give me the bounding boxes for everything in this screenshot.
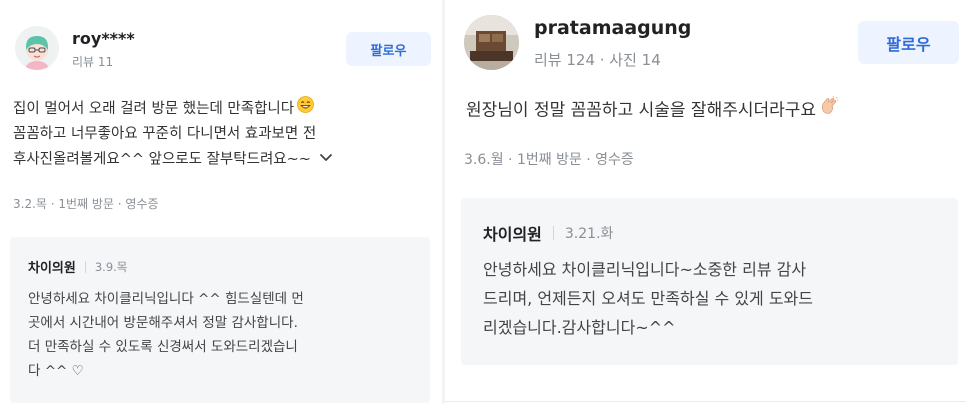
reply-text: 안녕하세요 차이클리닉입니다~소중한 리뷰 감사 드리며, 언제든지 오셔도 만… <box>483 255 813 342</box>
clapping-hand-emoji-icon <box>819 95 839 125</box>
avatar-photo-icon <box>464 15 519 70</box>
reply-text-line: 안녕하세요 차이클리닉입니다 ^^ 힘드실텐데 먼 <box>28 291 304 307</box>
reply-date: 3.21.화 <box>564 226 614 242</box>
review-text-line: 후사진올려볼게요^^ 앞으로도 잘부탁드려요~~ <box>13 151 311 168</box>
avatar[interactable] <box>464 15 519 70</box>
owner-reply: 차이의원 3.21.화 안녕하세요 차이클리닉입니다~소중한 리뷰 감사 드리며… <box>461 198 958 365</box>
reply-text-line: 더 만족하실 수 있도록 신경써서 도와드리겠습니 <box>28 339 298 355</box>
visit-info: 3.6.월 · 1번째 방문 · 영수증 <box>464 152 634 168</box>
reply-text-line: 다 ^^ ♡ <box>28 363 84 379</box>
follow-button[interactable]: 팔로우 <box>858 21 959 64</box>
review-text-line: 원장님이 정말 꼼꼼하고 시술을 잘해주시더라구요 <box>466 100 817 121</box>
review-text-line: 집이 멀어서 오래 걸려 방문 했는데 만족합니다 <box>13 101 295 117</box>
author-review-count: 리뷰 124 · 사진 14 <box>534 51 661 69</box>
owner-reply: 차이의원 3.9.목 안녕하세요 차이클리닉입니다 ^^ 힘드실텐데 먼 곳에서… <box>10 237 430 403</box>
review-card-right: pratamaagung 리뷰 124 · 사진 14 팔로우 원장님이 정말 … <box>445 0 966 404</box>
separator-line <box>445 401 966 402</box>
reply-date: 3.9.목 <box>94 259 128 274</box>
review-text: 집이 멀어서 오래 걸려 방문 했는데 만족합니다 꼼꼼하고 너무좋아요 꾸준히… <box>13 96 333 173</box>
divider <box>552 226 554 240</box>
review-text: 원장님이 정말 꼼꼼하고 시술을 잘해주시더라구요 <box>466 95 839 125</box>
avatar[interactable] <box>15 26 59 70</box>
author-review-count: 리뷰 11 <box>72 55 114 69</box>
reply-author: 차이의원 <box>28 261 76 276</box>
reply-text: 안녕하세요 차이클리닉입니다 ^^ 힘드실텐데 먼 곳에서 시간내어 방문해주셔… <box>28 287 304 383</box>
reply-author: 차이의원 <box>483 225 542 244</box>
reply-text-line: 곳에서 시간내어 방문해주셔서 정말 감사합니다. <box>28 315 298 331</box>
divider <box>84 260 86 273</box>
smiling-face-emoji-icon <box>297 96 315 122</box>
author-name[interactable]: roy**** <box>72 29 135 48</box>
review-text-line: 꼼꼼하고 너무좋아요 꾸준히 다니면서 효과보면 전 <box>13 126 317 142</box>
chevron-down-icon[interactable] <box>319 147 333 172</box>
visit-info: 3.2.목 · 1번째 방문 · 영수증 <box>13 197 159 211</box>
reply-text-line: 드리며, 언제든지 오셔도 만족하실 수 있게 도와드 <box>483 289 814 308</box>
author-name[interactable]: pratamaagung <box>534 17 691 39</box>
avatar-icon <box>15 26 59 70</box>
reply-text-line: 안녕하세요 차이클리닉입니다~소중한 리뷰 감사 <box>483 260 807 279</box>
reply-text-line: 리겠습니다.감사합니다~^^ <box>483 318 676 337</box>
follow-button[interactable]: 팔로우 <box>346 32 431 66</box>
review-card-left: roy**** 리뷰 11 팔로우 집이 멀어서 오래 걸려 방문 했는데 만족… <box>0 0 442 404</box>
